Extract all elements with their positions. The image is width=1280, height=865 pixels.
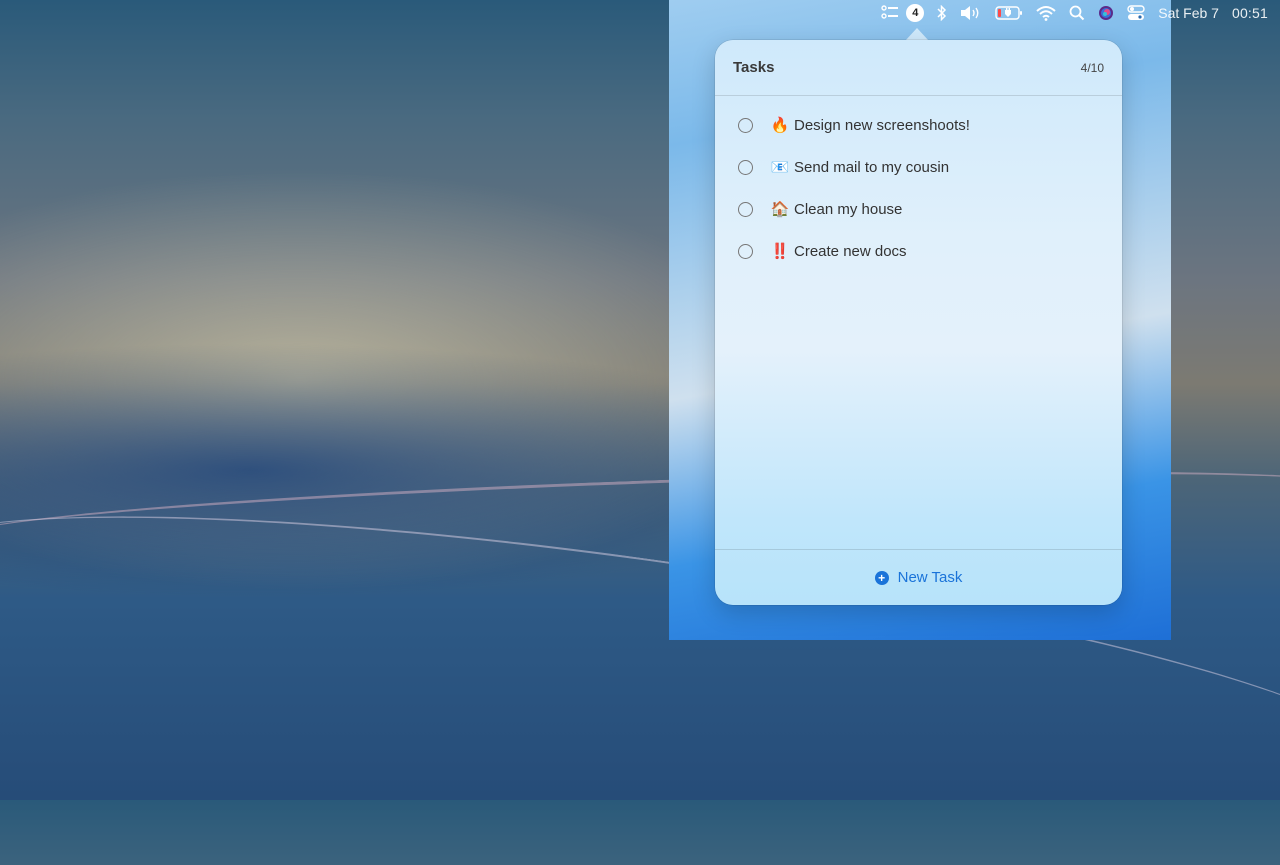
popover-footer: + New Task: [715, 549, 1122, 605]
task-checkbox[interactable]: [738, 159, 753, 175]
menubar-date[interactable]: Sat Feb 7: [1158, 3, 1219, 23]
task-label: Clean my house: [794, 200, 903, 218]
volume-icon[interactable]: [960, 3, 982, 23]
task-item[interactable]: ‼️ Create new docs: [715, 230, 1122, 272]
popover-header: Tasks 4/10: [715, 40, 1122, 96]
task-label: Create new docs: [794, 242, 907, 260]
new-task-label: New Task: [897, 569, 963, 586]
control-center-icon[interactable]: [1127, 3, 1145, 23]
plus-circle-icon: +: [874, 570, 889, 585]
tasks-count-badge[interactable]: 4: [906, 3, 925, 23]
bluetooth-icon[interactable]: [937, 3, 947, 23]
task-list: 🔥 Design new screenshoots! 📧 Send mail t…: [715, 96, 1122, 272]
task-item[interactable]: 🏠 Clean my house: [715, 188, 1122, 230]
task-checkbox[interactable]: [738, 117, 753, 133]
task-checkbox[interactable]: [738, 243, 753, 259]
spotlight-search-icon[interactable]: [1069, 3, 1085, 23]
tasks-popover: Tasks 4/10 🔥 Design new screenshoots! 📧 …: [715, 40, 1122, 605]
double-exclamation-emoji-icon: ‼️: [770, 243, 790, 260]
tasks-list-icon[interactable]: [881, 3, 899, 23]
fire-emoji-icon: 🔥: [770, 117, 790, 134]
envelope-emoji-icon: 📧: [770, 159, 790, 176]
siri-icon[interactable]: [1098, 3, 1114, 23]
new-task-button[interactable]: + New Task: [874, 569, 963, 586]
task-checkbox[interactable]: [738, 201, 753, 217]
task-item[interactable]: 🔥 Design new screenshoots!: [715, 104, 1122, 146]
house-emoji-icon: 🏠: [770, 201, 790, 218]
popover-title: Tasks: [733, 59, 775, 76]
task-item[interactable]: 📧 Send mail to my cousin: [715, 146, 1122, 188]
task-label: Send mail to my cousin: [794, 158, 950, 176]
wifi-icon[interactable]: [1036, 3, 1056, 23]
task-label: Design new screenshoots!: [794, 116, 970, 134]
battery-charging-icon[interactable]: [995, 3, 1023, 23]
task-count: 4/10: [1080, 60, 1104, 75]
menubar-clock[interactable]: 00:51: [1232, 3, 1268, 23]
menu-bar: 4 Sat Feb 7 00:51: [868, 0, 1280, 26]
